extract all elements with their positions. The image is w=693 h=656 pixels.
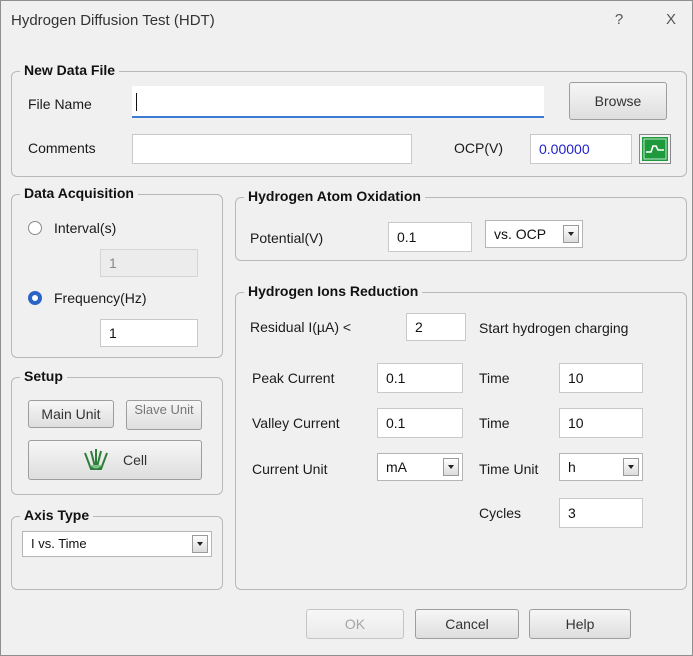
potential-label: Potential(V) — [250, 230, 324, 246]
chevron-down-icon — [623, 458, 639, 476]
time-unit-label: Time Unit — [479, 461, 539, 477]
slave-unit-button[interactable]: Slave Unit — [126, 400, 202, 430]
residual-label: Residual I(µA) < — [250, 319, 352, 335]
file-name-input[interactable] — [132, 86, 544, 118]
ocp-label: OCP(V) — [454, 140, 503, 156]
frequency-label: Frequency(Hz) — [54, 290, 147, 306]
data-acquisition-legend: Data Acquisition — [20, 185, 138, 201]
valley-time-input[interactable]: 10 — [559, 408, 643, 438]
axis-type-legend: Axis Type — [20, 507, 94, 523]
current-unit-label: Current Unit — [252, 461, 328, 477]
ok-button[interactable]: OK — [306, 609, 404, 639]
potential-reference-value: vs. OCP — [494, 226, 547, 242]
chevron-down-icon — [443, 458, 459, 476]
frequency-input[interactable]: 1 — [100, 319, 198, 347]
setup-legend: Setup — [20, 368, 67, 384]
peak-time-label: Time — [479, 370, 510, 386]
axis-type-value: I vs. Time — [31, 536, 87, 551]
interval-label: Interval(s) — [54, 220, 117, 236]
comments-label: Comments — [28, 140, 96, 156]
help-icon[interactable]: ? — [607, 11, 631, 28]
interval-input[interactable]: 1 — [100, 249, 198, 277]
setup-group: Setup Main Unit Slave Unit Cell — [11, 368, 223, 495]
window-title: Hydrogen Diffusion Test (HDT) — [11, 12, 215, 29]
current-unit-value: mA — [386, 459, 407, 475]
axis-type-select[interactable]: I vs. Time — [22, 531, 212, 557]
residual-input[interactable]: 2 — [406, 313, 466, 341]
cycles-input[interactable]: 3 — [559, 498, 643, 528]
frequency-radio[interactable] — [28, 291, 42, 305]
new-data-file-group: New Data File File Name Browse Comments … — [11, 62, 687, 177]
dialog-window: Hydrogen Diffusion Test (HDT) ? X New Da… — [0, 0, 693, 656]
chevron-down-icon — [563, 225, 579, 243]
time-unit-value: h — [568, 459, 576, 475]
peak-current-input[interactable]: 0.1 — [377, 363, 463, 393]
close-icon[interactable]: X — [659, 11, 683, 28]
potential-reference-select[interactable]: vs. OCP — [485, 220, 583, 248]
measure-ocp-button[interactable] — [639, 134, 671, 164]
valley-time-label: Time — [479, 415, 510, 431]
valley-current-input[interactable]: 0.1 — [377, 408, 463, 438]
current-unit-select[interactable]: mA — [377, 453, 463, 481]
cancel-button[interactable]: Cancel — [415, 609, 519, 639]
waveform-icon — [642, 137, 668, 161]
help-button[interactable]: Help — [529, 609, 631, 639]
cell-label: Cell — [123, 452, 148, 468]
hydrogen-ions-reduction-legend: Hydrogen Ions Reduction — [244, 283, 423, 299]
main-unit-button[interactable]: Main Unit — [28, 400, 114, 428]
new-data-file-legend: New Data File — [20, 62, 120, 78]
browse-button[interactable]: Browse — [569, 82, 667, 120]
axis-type-group: Axis Type I vs. Time — [11, 507, 223, 590]
ocp-value: 0.00000 — [530, 134, 632, 164]
peak-time-input[interactable]: 10 — [559, 363, 643, 393]
start-charging-label: Start hydrogen charging — [479, 320, 629, 336]
hydrogen-ions-reduction-group: Hydrogen Ions Reduction Residual I(µA) <… — [235, 283, 687, 590]
time-unit-select[interactable]: h — [559, 453, 643, 481]
peak-current-label: Peak Current — [252, 370, 335, 386]
valley-current-label: Valley Current — [252, 415, 340, 431]
electrode-cell-icon — [84, 449, 108, 470]
hydrogen-atom-oxidation-group: Hydrogen Atom Oxidation Potential(V) 0.1… — [235, 188, 687, 261]
chevron-down-icon — [192, 535, 208, 553]
text-caret — [136, 93, 137, 111]
file-name-label: File Name — [28, 96, 92, 112]
hydrogen-atom-oxidation-legend: Hydrogen Atom Oxidation — [244, 188, 425, 204]
comments-input[interactable] — [132, 134, 412, 164]
interval-radio[interactable] — [28, 221, 42, 235]
cell-button[interactable]: Cell — [28, 440, 202, 480]
cycles-label: Cycles — [479, 505, 522, 521]
title-bar: Hydrogen Diffusion Test (HDT) ? X — [1, 1, 692, 41]
data-acquisition-group: Data Acquisition Interval(s) 1 Frequency… — [11, 185, 223, 358]
potential-input[interactable]: 0.1 — [388, 222, 472, 252]
